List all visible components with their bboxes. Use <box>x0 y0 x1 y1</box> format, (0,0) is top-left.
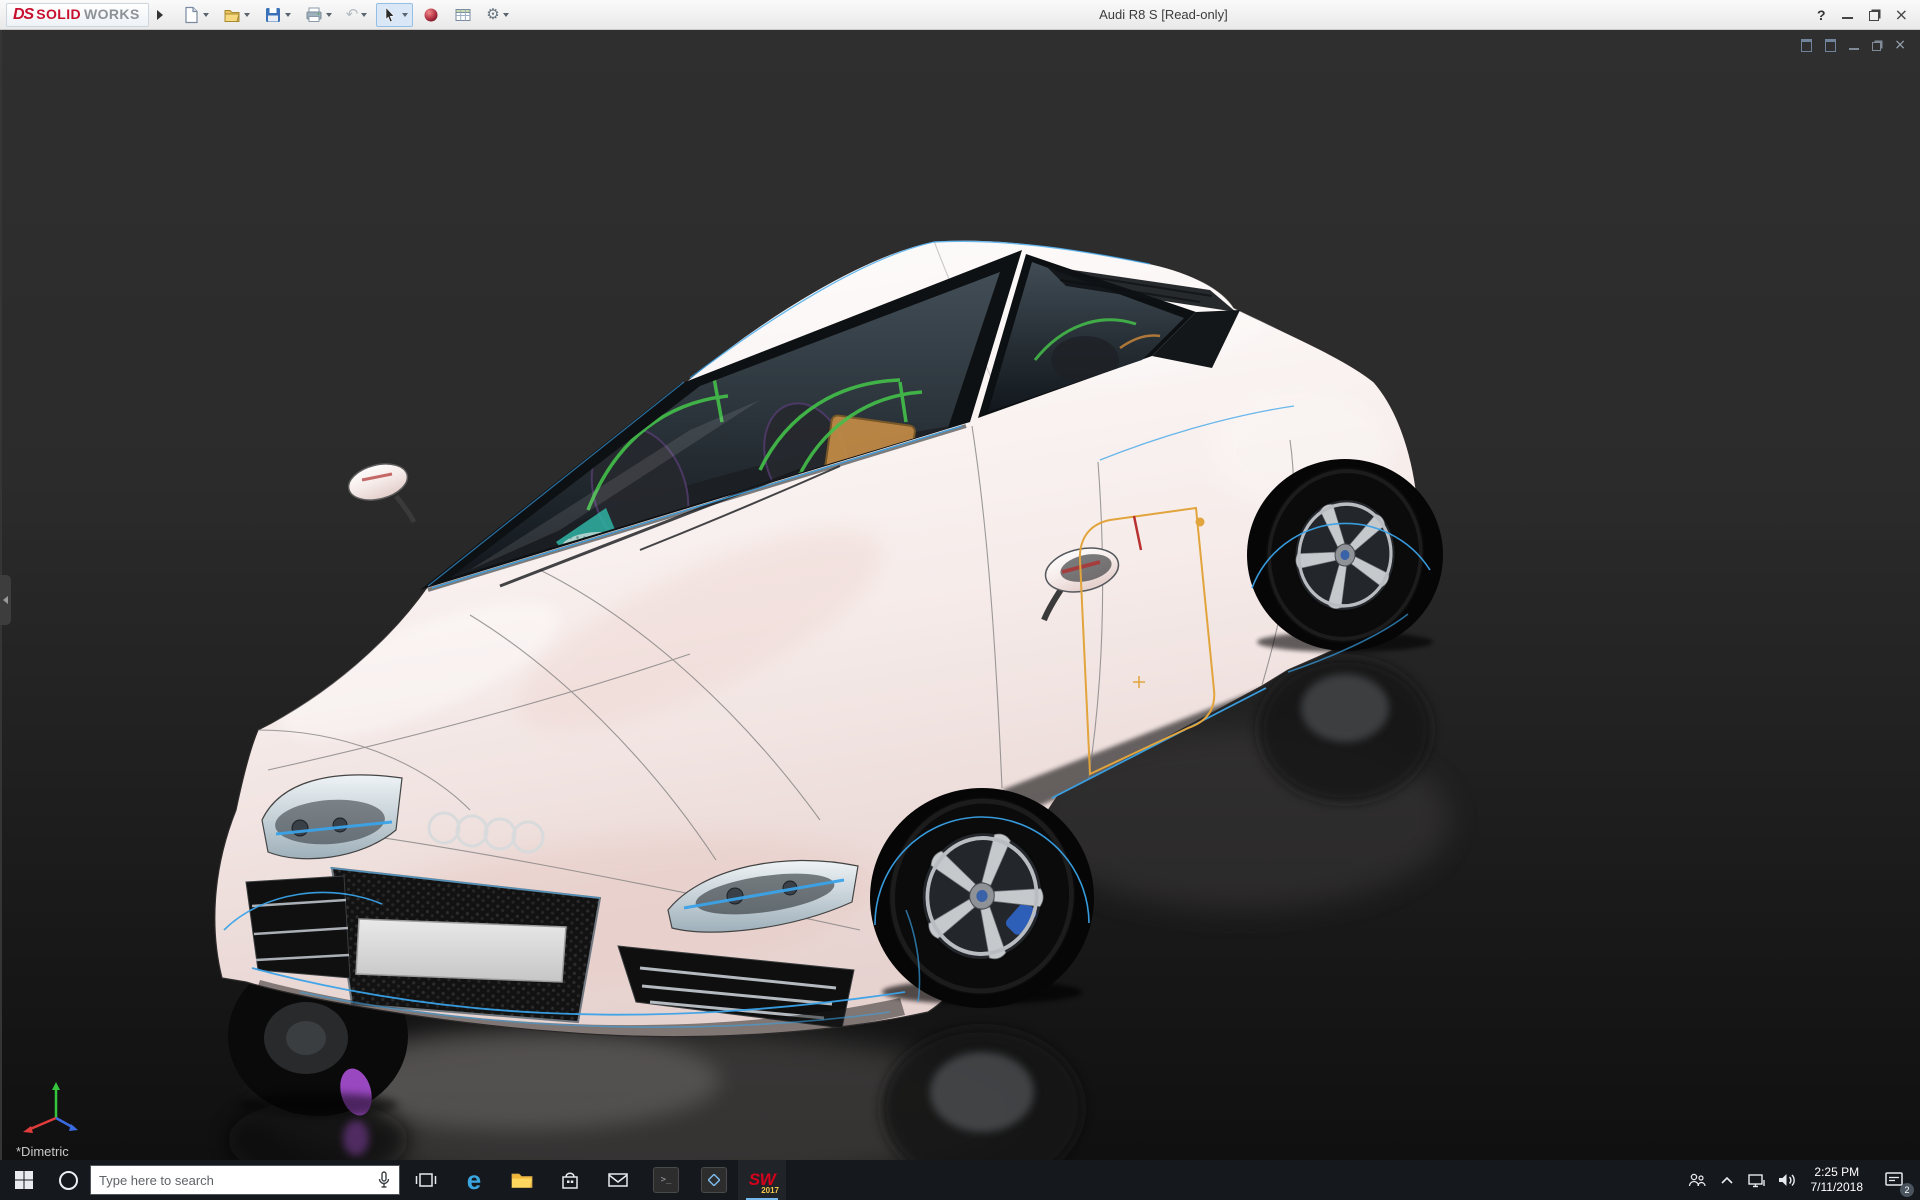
people-button[interactable] <box>1682 1160 1712 1200</box>
file-explorer-icon <box>510 1170 534 1190</box>
chevron-up-icon <box>1720 1175 1734 1185</box>
dropdown-caret-icon <box>285 13 291 17</box>
print-button[interactable] <box>300 3 337 27</box>
solidworks-taskbar-button[interactable]: SW 2017 <box>738 1160 786 1200</box>
dropdown-caret-icon <box>326 13 332 17</box>
clock-date: 7/11/2018 <box>1811 1180 1864 1195</box>
console-app-icon: >_ <box>653 1167 679 1193</box>
print-icon <box>305 6 323 24</box>
cortana-button[interactable] <box>48 1160 88 1200</box>
network-icon <box>1747 1171 1767 1189</box>
search-input[interactable] <box>99 1173 369 1188</box>
start-button[interactable] <box>0 1160 48 1200</box>
dropdown-caret-icon <box>244 13 250 17</box>
minimize-button[interactable] <box>1842 10 1853 19</box>
microphone-icon[interactable] <box>377 1171 391 1189</box>
app-tile-icon <box>701 1167 727 1193</box>
undo-icon: ↶ <box>346 7 359 22</box>
restore-button[interactable] <box>1869 11 1879 21</box>
system-tray: 2:25 PM 7/11/2018 2 <box>1682 1160 1920 1200</box>
solidworks-menu-button[interactable]: DS SOLIDWORKS <box>6 3 149 27</box>
dropdown-caret-icon <box>361 13 367 17</box>
save-button[interactable] <box>259 3 296 27</box>
reference-triad <box>16 1078 80 1142</box>
options-button[interactable]: ⚙ <box>481 3 513 27</box>
undo-button[interactable]: ↶ <box>341 3 373 27</box>
speaker-icon <box>1777 1171 1797 1189</box>
title-bar: DS SOLIDWORKS ↶ <box>0 0 1920 30</box>
appearance-sphere-icon <box>422 6 440 24</box>
featuremanager-flyout-tab[interactable] <box>0 575 11 625</box>
taskbar-search[interactable] <box>90 1165 400 1195</box>
mail-envelope-icon <box>607 1171 629 1189</box>
design-table-button[interactable] <box>449 3 477 27</box>
edge-button[interactable]: e <box>450 1160 498 1200</box>
model-canvas[interactable] <box>0 30 1920 1160</box>
taskbar-app-button-1[interactable]: >_ <box>642 1160 690 1200</box>
design-table-icon <box>454 6 472 24</box>
windows-taskbar: e >_ SW 2017 <box>0 1160 1920 1200</box>
action-center-button[interactable]: 2 <box>1872 1160 1916 1200</box>
window-title: Audi R8 S [Read-only] <box>516 7 1811 22</box>
appearance-button[interactable] <box>417 3 445 27</box>
mail-button[interactable] <box>594 1160 642 1200</box>
solidworks-year-badge: 2017 <box>761 1186 779 1195</box>
save-icon <box>264 6 282 24</box>
tray-overflow-button[interactable] <box>1712 1160 1742 1200</box>
brand-works-text: WORKS <box>84 6 140 22</box>
taskbar-app-button-2[interactable] <box>690 1160 738 1200</box>
clock-time: 2:25 PM <box>1814 1165 1859 1180</box>
task-view-icon <box>415 1170 437 1190</box>
network-button[interactable] <box>1742 1160 1772 1200</box>
chevron-left-icon <box>3 596 8 604</box>
cascade-window-icon[interactable] <box>1825 39 1836 52</box>
view-orientation-label: *Dimetric <box>16 1144 69 1159</box>
document-minimize-icon[interactable] <box>1849 41 1859 50</box>
car-model[interactable] <box>215 240 1443 1042</box>
notification-badge: 2 <box>1900 1183 1914 1197</box>
open-icon <box>223 6 241 24</box>
select-tool-button[interactable] <box>376 3 413 27</box>
side-mirror-far[interactable] <box>345 458 414 522</box>
document-close-icon[interactable]: × <box>1894 38 1906 52</box>
document-restore-icon[interactable] <box>1872 42 1881 51</box>
dassault-logo-icon: DS <box>13 6 33 24</box>
cortana-ring-icon <box>59 1171 78 1190</box>
dropdown-caret-icon <box>503 13 509 17</box>
close-button[interactable]: × <box>1895 7 1908 23</box>
help-button[interactable]: ? <box>1817 7 1826 23</box>
store-button[interactable] <box>546 1160 594 1200</box>
task-clock[interactable]: 2:25 PM 7/11/2018 <box>1802 1160 1873 1200</box>
windows-logo-icon <box>14 1170 34 1190</box>
file-explorer-button[interactable] <box>498 1160 546 1200</box>
edge-icon: e <box>467 1167 481 1193</box>
open-button[interactable] <box>218 3 255 27</box>
new-window-icon[interactable] <box>1801 39 1812 52</box>
menu-flyout-arrow-icon[interactable] <box>157 10 163 20</box>
select-cursor-icon <box>381 6 399 24</box>
new-document-button[interactable] <box>177 3 214 27</box>
options-gear-icon: ⚙ <box>486 7 499 22</box>
store-bag-icon <box>560 1170 580 1190</box>
dropdown-caret-icon <box>402 13 408 17</box>
volume-button[interactable] <box>1772 1160 1802 1200</box>
graphics-viewport[interactable]: × <box>0 30 1920 1160</box>
people-icon <box>1687 1171 1707 1189</box>
new-document-icon <box>182 6 200 24</box>
document-window-controls: × <box>1801 38 1906 52</box>
brand-solid-text: SOLID <box>36 6 81 22</box>
task-view-button[interactable] <box>402 1160 450 1200</box>
dropdown-caret-icon <box>203 13 209 17</box>
